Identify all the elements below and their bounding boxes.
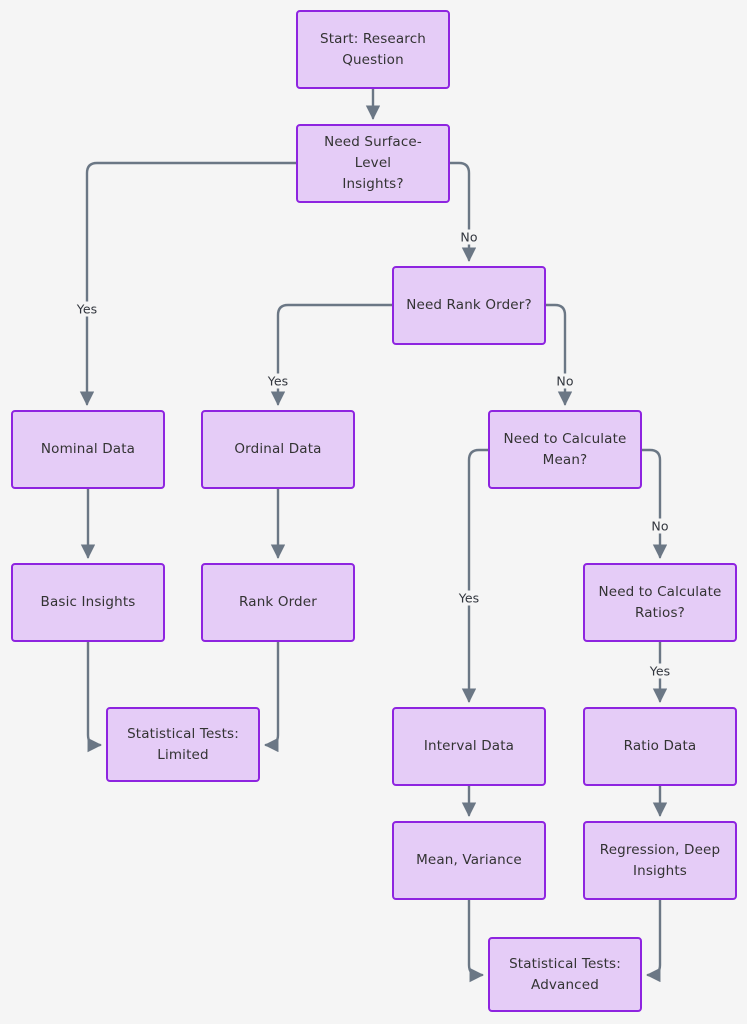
flowchart-canvas: Start: Research Question Need Surface-Lev… xyxy=(0,0,747,1024)
flow-edge-rank_order-to-stat_limited xyxy=(264,640,280,753)
flow-node-label: Interval Data xyxy=(423,738,515,755)
flow-node-label: Ordinal Data xyxy=(234,441,322,458)
flow-edge-surface-to-nominal xyxy=(79,161,298,406)
flow-edge-label-e12: Yes xyxy=(646,663,674,679)
flow-node-rank_order[interactable]: Rank Order xyxy=(201,563,355,642)
flow-node-label: Need to Calculate Mean? xyxy=(503,430,627,468)
flow-node-ordinal[interactable]: Ordinal Data xyxy=(201,410,355,489)
flow-node-label: Basic Insights xyxy=(40,594,136,611)
flow-node-regression[interactable]: Regression, Deep Insights xyxy=(583,821,737,900)
flow-node-nominal[interactable]: Nominal Data xyxy=(11,410,165,489)
flow-node-interval[interactable]: Interval Data xyxy=(392,707,546,786)
flow-node-ratio[interactable]: Ratio Data xyxy=(583,707,737,786)
flow-node-label: Rank Order xyxy=(239,594,317,611)
flow-edge-mean_var-to-stat_adv xyxy=(467,898,484,983)
flow-node-label: Statistical Tests: Limited xyxy=(127,725,239,763)
flow-edge-rank_q-to-mean_q xyxy=(544,303,573,406)
flow-node-ratios_q[interactable]: Need to Calculate Ratios? xyxy=(583,563,737,642)
flow-edge-label-e3: No xyxy=(457,229,481,245)
flow-edge-label-e2: Yes xyxy=(73,301,101,317)
flow-node-mean_var[interactable]: Mean, Variance xyxy=(392,821,546,900)
flow-node-label: Need Surface-Level Insights? xyxy=(324,134,422,192)
flow-node-label: Mean, Variance xyxy=(416,852,522,869)
flow-node-surface[interactable]: Need Surface-Level Insights? xyxy=(296,124,450,203)
flow-node-start[interactable]: Start: Research Question xyxy=(296,10,450,89)
flow-node-label: Regression, Deep Insights xyxy=(599,841,721,879)
flow-edge-mean_q-to-ratios_q xyxy=(640,448,668,559)
flow-node-label: Need to Calculate Ratios? xyxy=(598,583,722,621)
flow-edge-basic-to-stat_limited xyxy=(86,640,102,753)
flow-node-rank_q[interactable]: Need Rank Order? xyxy=(392,266,546,345)
flow-node-stat_limited[interactable]: Statistical Tests: Limited xyxy=(106,707,260,782)
flow-edge-label-e8: Yes xyxy=(455,590,483,606)
flow-node-label: Ratio Data xyxy=(623,738,697,755)
flow-edge-label-e9: No xyxy=(648,518,672,534)
flow-node-label: Statistical Tests: Advanced xyxy=(509,955,621,993)
flow-node-label: Start: Research Question xyxy=(320,30,426,68)
flow-edge-label-e5: No xyxy=(553,373,577,389)
flow-edge-surface-to-rank_q xyxy=(448,161,477,262)
flow-node-stat_adv[interactable]: Statistical Tests: Advanced xyxy=(488,937,642,1012)
flow-edge-regression-to-stat_adv xyxy=(646,898,662,983)
flow-node-label: Need Rank Order? xyxy=(406,297,532,314)
flow-edge-label-e4: Yes xyxy=(264,373,292,389)
flow-node-mean_q[interactable]: Need to Calculate Mean? xyxy=(488,410,642,489)
flow-edge-rank_q-to-ordinal xyxy=(270,303,394,406)
flow-node-basic[interactable]: Basic Insights xyxy=(11,563,165,642)
flow-node-label: Nominal Data xyxy=(40,441,136,458)
flow-edge-mean_q-to-interval xyxy=(461,448,490,703)
